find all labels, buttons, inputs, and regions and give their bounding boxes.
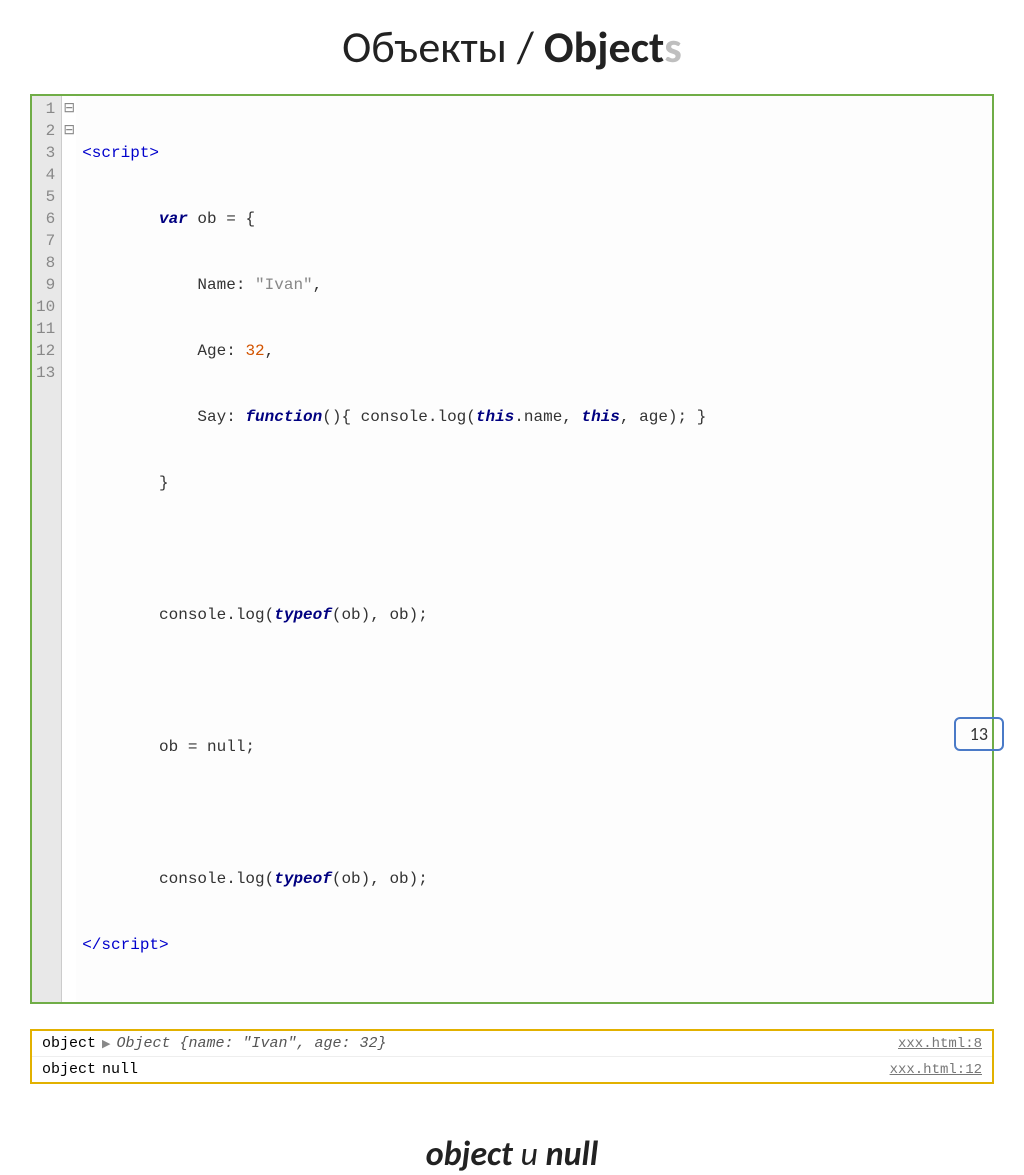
code-text: ob = { bbox=[188, 210, 255, 228]
code-editor: 1 2 3 4 5 6 7 8 9 10 11 12 13 ⊟ ⊟ <scrip… bbox=[30, 94, 994, 1004]
slide-subtitle: object и null bbox=[20, 1134, 1004, 1175]
prop-key: Age: bbox=[197, 342, 245, 360]
code-text: (ob), ob); bbox=[332, 606, 428, 624]
code-line: console.log(typeof(ob), ob); bbox=[82, 604, 986, 626]
console-output: object ▶ Object {name: "Ivan", age: 32} … bbox=[30, 1029, 994, 1084]
console-row: object ▶ Object {name: "Ivan", age: 32} … bbox=[32, 1031, 992, 1057]
line-num: 8 bbox=[36, 252, 55, 274]
code-text: ob = null; bbox=[159, 738, 255, 756]
line-num: 1 bbox=[36, 98, 55, 120]
expand-arrow-icon[interactable]: ▶ bbox=[102, 1037, 110, 1051]
line-gutter: 1 2 3 4 5 6 7 8 9 10 11 12 13 bbox=[32, 96, 62, 1002]
code-line: var ob = { bbox=[82, 208, 986, 230]
title-part3: s bbox=[664, 20, 682, 74]
kw-function: function bbox=[245, 408, 322, 426]
line-num: 5 bbox=[36, 186, 55, 208]
kw-this: this bbox=[476, 408, 514, 426]
number-literal: 32 bbox=[245, 342, 264, 360]
slide: Объекты / Objects 1 2 3 4 5 6 7 8 9 10 1… bbox=[0, 0, 1024, 767]
kw-typeof: typeof bbox=[274, 870, 332, 888]
prop-key: Name: bbox=[197, 276, 255, 294]
console-source-link[interactable]: xxx.html:8 bbox=[898, 1036, 982, 1052]
code-line: ob = null; bbox=[82, 736, 986, 758]
line-num: 10 bbox=[36, 296, 55, 318]
code-line: console.log(typeof(ob), ob); bbox=[82, 868, 986, 890]
line-num: 3 bbox=[36, 142, 55, 164]
kw-typeof: typeof bbox=[274, 606, 332, 624]
code-line: } bbox=[82, 472, 986, 494]
subtitle-and: и bbox=[513, 1134, 546, 1175]
title-part1: Объекты / bbox=[342, 20, 544, 74]
code-line: </script> bbox=[82, 934, 986, 956]
line-num: 12 bbox=[36, 340, 55, 362]
code-line: Say: function(){ console.log(this.name, … bbox=[82, 406, 986, 428]
console-row: object null xxx.html:12 bbox=[32, 1057, 992, 1082]
line-num: 13 bbox=[36, 362, 55, 384]
subtitle-word2: null bbox=[546, 1134, 599, 1175]
console-left: object ▶ Object {name: "Ivan", age: 32} bbox=[42, 1035, 387, 1052]
code-line: Age: 32, bbox=[82, 340, 986, 362]
code-text: .name, bbox=[514, 408, 581, 426]
code-text: console.log( bbox=[159, 606, 274, 624]
code-text: (ob), ob); bbox=[332, 870, 428, 888]
code-line: <script> bbox=[82, 142, 986, 164]
comma: , bbox=[313, 276, 323, 294]
tag-close: </script> bbox=[82, 936, 168, 954]
console-left: object null bbox=[42, 1061, 138, 1078]
brace: } bbox=[159, 474, 169, 492]
code-text: , age); } bbox=[620, 408, 706, 426]
console-source-link[interactable]: xxx.html:12 bbox=[890, 1062, 982, 1078]
code-content: <script> var ob = { Name: "Ivan", Age: 3… bbox=[76, 96, 992, 1002]
string-literal: "Ivan" bbox=[255, 276, 313, 294]
page-number: 13 bbox=[954, 717, 1004, 751]
fold-icon[interactable]: ⊟ bbox=[62, 98, 76, 120]
tag-open: <script> bbox=[82, 144, 159, 162]
console-detail: Object {name: "Ivan", age: 32} bbox=[116, 1035, 386, 1052]
slide-title: Объекты / Objects bbox=[20, 20, 1004, 74]
code-line bbox=[82, 802, 986, 824]
prop-key: Say: bbox=[197, 408, 245, 426]
code-text: (){ console.log( bbox=[322, 408, 476, 426]
code-text: console.log( bbox=[159, 870, 274, 888]
line-num: 4 bbox=[36, 164, 55, 186]
comma: , bbox=[265, 342, 275, 360]
title-part2: Object bbox=[544, 20, 664, 74]
subtitle-word1: object bbox=[426, 1134, 513, 1175]
code-line: Name: "Ivan", bbox=[82, 274, 986, 296]
line-num: 7 bbox=[36, 230, 55, 252]
console-type: object bbox=[42, 1061, 96, 1078]
code-line bbox=[82, 670, 986, 692]
fold-column: ⊟ ⊟ bbox=[62, 96, 76, 1002]
line-num: 11 bbox=[36, 318, 55, 340]
console-type: object bbox=[42, 1035, 96, 1052]
code-line bbox=[82, 538, 986, 560]
line-num: 6 bbox=[36, 208, 55, 230]
kw-this: this bbox=[582, 408, 620, 426]
line-num: 9 bbox=[36, 274, 55, 296]
console-detail: null bbox=[102, 1061, 138, 1078]
line-num: 2 bbox=[36, 120, 55, 142]
kw-var: var bbox=[159, 210, 188, 228]
fold-icon[interactable]: ⊟ bbox=[62, 120, 76, 142]
